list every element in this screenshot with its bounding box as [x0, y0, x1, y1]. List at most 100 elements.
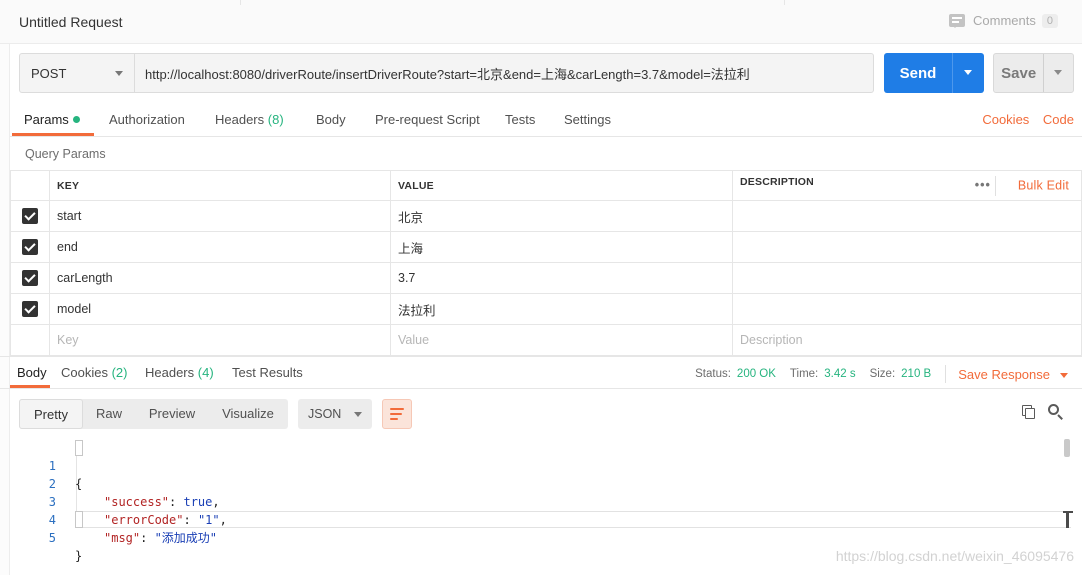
table-row-new: Key Value Description — [10, 324, 1082, 356]
param-key[interactable]: start — [49, 200, 391, 232]
send-button[interactable]: Send — [884, 53, 984, 93]
headers-count: (8) — [267, 112, 284, 127]
tab-strip — [240, 0, 785, 5]
chevron-down-icon — [115, 71, 123, 80]
send-options-chevron-icon[interactable] — [953, 53, 984, 93]
size-value: 210 B — [901, 368, 932, 380]
view-visualize-button[interactable]: Visualize — [215, 399, 281, 429]
param-key[interactable]: end — [49, 231, 391, 263]
view-pretty-button[interactable]: Pretty — [19, 399, 83, 429]
url-input[interactable]: http://localhost:8080/driverRoute/insert… — [134, 53, 874, 93]
response-body-editor[interactable]: 1 { 2 "success": true, 3 "errorCode": "1… — [20, 437, 1070, 563]
send-label: Send — [899, 64, 937, 82]
code-line: 2 "success": true, — [48, 477, 220, 509]
bulk-edit-button[interactable]: Bulk Edit — [1018, 178, 1069, 192]
tab-tests[interactable]: Tests — [505, 112, 535, 127]
param-description[interactable] — [732, 200, 1082, 232]
left-edge — [0, 44, 10, 575]
row-checkbox[interactable] — [22, 270, 38, 286]
code-line: 1 { — [48, 459, 83, 491]
response-tab-headers[interactable]: Headers (4) — [145, 365, 214, 380]
new-value-input[interactable]: Value — [390, 324, 733, 356]
tab-headers[interactable]: Headers (8) — [215, 112, 284, 127]
more-options-icon[interactable]: ••• — [975, 178, 991, 192]
column-key: KEY — [49, 170, 391, 201]
response-tab-test-results[interactable]: Test Results — [232, 365, 303, 380]
wrap-lines-icon[interactable] — [382, 399, 412, 429]
method-value: POST — [31, 65, 67, 81]
row-checkbox[interactable] — [22, 239, 38, 255]
new-key-input[interactable]: Key — [49, 324, 391, 356]
cookies-link[interactable]: Cookies — [982, 112, 1029, 127]
code-line: 5 } — [48, 531, 83, 563]
response-headers-count: (4) — [197, 365, 214, 380]
params-active-dot-icon — [72, 116, 80, 123]
query-params-table: KEY VALUE DESCRIPTION ••• Bulk Edit start… — [10, 170, 1082, 356]
size-label: Size: — [869, 368, 896, 380]
new-description-input[interactable]: Description — [732, 324, 1082, 356]
param-description[interactable] — [732, 231, 1082, 263]
format-value: JSON — [308, 407, 342, 421]
text-cursor-icon — [1063, 511, 1073, 528]
editor-scrollbar[interactable] — [1064, 439, 1070, 457]
response-tab-cookies[interactable]: Cookies (2) — [61, 365, 127, 380]
row-checkbox[interactable] — [22, 301, 38, 317]
column-value: VALUE — [390, 170, 733, 201]
tab-body[interactable]: Body — [316, 112, 346, 127]
param-key[interactable]: carLength — [49, 262, 391, 294]
query-params-title: Query Params — [25, 147, 106, 161]
param-value[interactable]: 法拉利 — [390, 293, 733, 325]
save-button[interactable]: Save — [993, 53, 1074, 93]
code-link[interactable]: Code — [1043, 112, 1074, 127]
param-key[interactable]: model — [49, 293, 391, 325]
table-header: KEY VALUE DESCRIPTION ••• Bulk Edit — [10, 170, 1082, 201]
copy-icon[interactable] — [1022, 405, 1036, 419]
cookies-count: (2) — [111, 365, 128, 380]
param-value[interactable]: 北京 — [390, 200, 733, 232]
save-response-button[interactable]: Save Response — [958, 367, 1068, 382]
response-meta: Status: 200 OK Time: 3.42 s Size: 210 B Sav… — [695, 365, 1068, 383]
tab-params[interactable]: Params — [24, 112, 80, 127]
comment-icon — [949, 14, 966, 28]
tab-authorization[interactable]: Authorization — [109, 112, 185, 127]
param-description[interactable] — [732, 262, 1082, 294]
row-checkbox[interactable] — [22, 208, 38, 224]
time-label: Time: — [789, 368, 819, 380]
request-tabs: Params Authorization Headers (8) Body Pr… — [10, 103, 1082, 137]
param-description[interactable] — [732, 293, 1082, 325]
save-options-chevron-icon[interactable] — [1044, 54, 1073, 92]
code-line: 3 "errorCode": "1", — [48, 495, 227, 527]
method-select[interactable]: POST — [19, 53, 135, 93]
meta-divider — [945, 365, 947, 383]
code-line: 4 "msg": "添加成功" — [48, 513, 218, 545]
comments-label: Comments — [973, 13, 1036, 28]
url-value: http://localhost:8080/driverRoute/insert… — [145, 66, 750, 82]
status-label: Status: — [695, 368, 731, 380]
view-raw-button[interactable]: Raw — [91, 399, 127, 429]
save-label: Save — [1001, 64, 1037, 82]
title-bar — [0, 0, 1082, 44]
param-value[interactable]: 3.7 — [390, 262, 733, 294]
status-value: 200 OK — [736, 368, 776, 380]
tab-settings[interactable]: Settings — [564, 112, 611, 127]
actions-divider — [994, 175, 996, 196]
comments-button[interactable]: Comments 0 — [949, 13, 1058, 28]
search-icon[interactable] — [1048, 404, 1064, 420]
comments-count-badge: 0 — [1041, 13, 1058, 28]
view-preview-button[interactable]: Preview — [143, 399, 201, 429]
format-select[interactable]: JSON — [298, 399, 372, 429]
active-tab-indicator — [12, 133, 94, 136]
active-response-tab-indicator — [10, 385, 50, 388]
time-value: 3.42 s — [824, 368, 856, 380]
table-actions: ••• Bulk Edit — [975, 175, 1081, 196]
tab-pre-request-script[interactable]: Pre-request Script — [375, 112, 480, 127]
table-row: end 上海 — [10, 231, 1082, 263]
view-mode-group: Pretty Raw Preview Visualize — [19, 399, 288, 429]
request-links: Cookies Code — [972, 112, 1074, 127]
request-title[interactable]: Untitled Request — [19, 14, 123, 30]
response-tab-body[interactable]: Body — [17, 365, 47, 380]
column-description: DESCRIPTION ••• Bulk Edit — [732, 170, 1082, 201]
param-value[interactable]: 上海 — [390, 231, 733, 263]
table-row: carLength 3.7 — [10, 262, 1082, 294]
header-check-cell — [10, 170, 50, 201]
